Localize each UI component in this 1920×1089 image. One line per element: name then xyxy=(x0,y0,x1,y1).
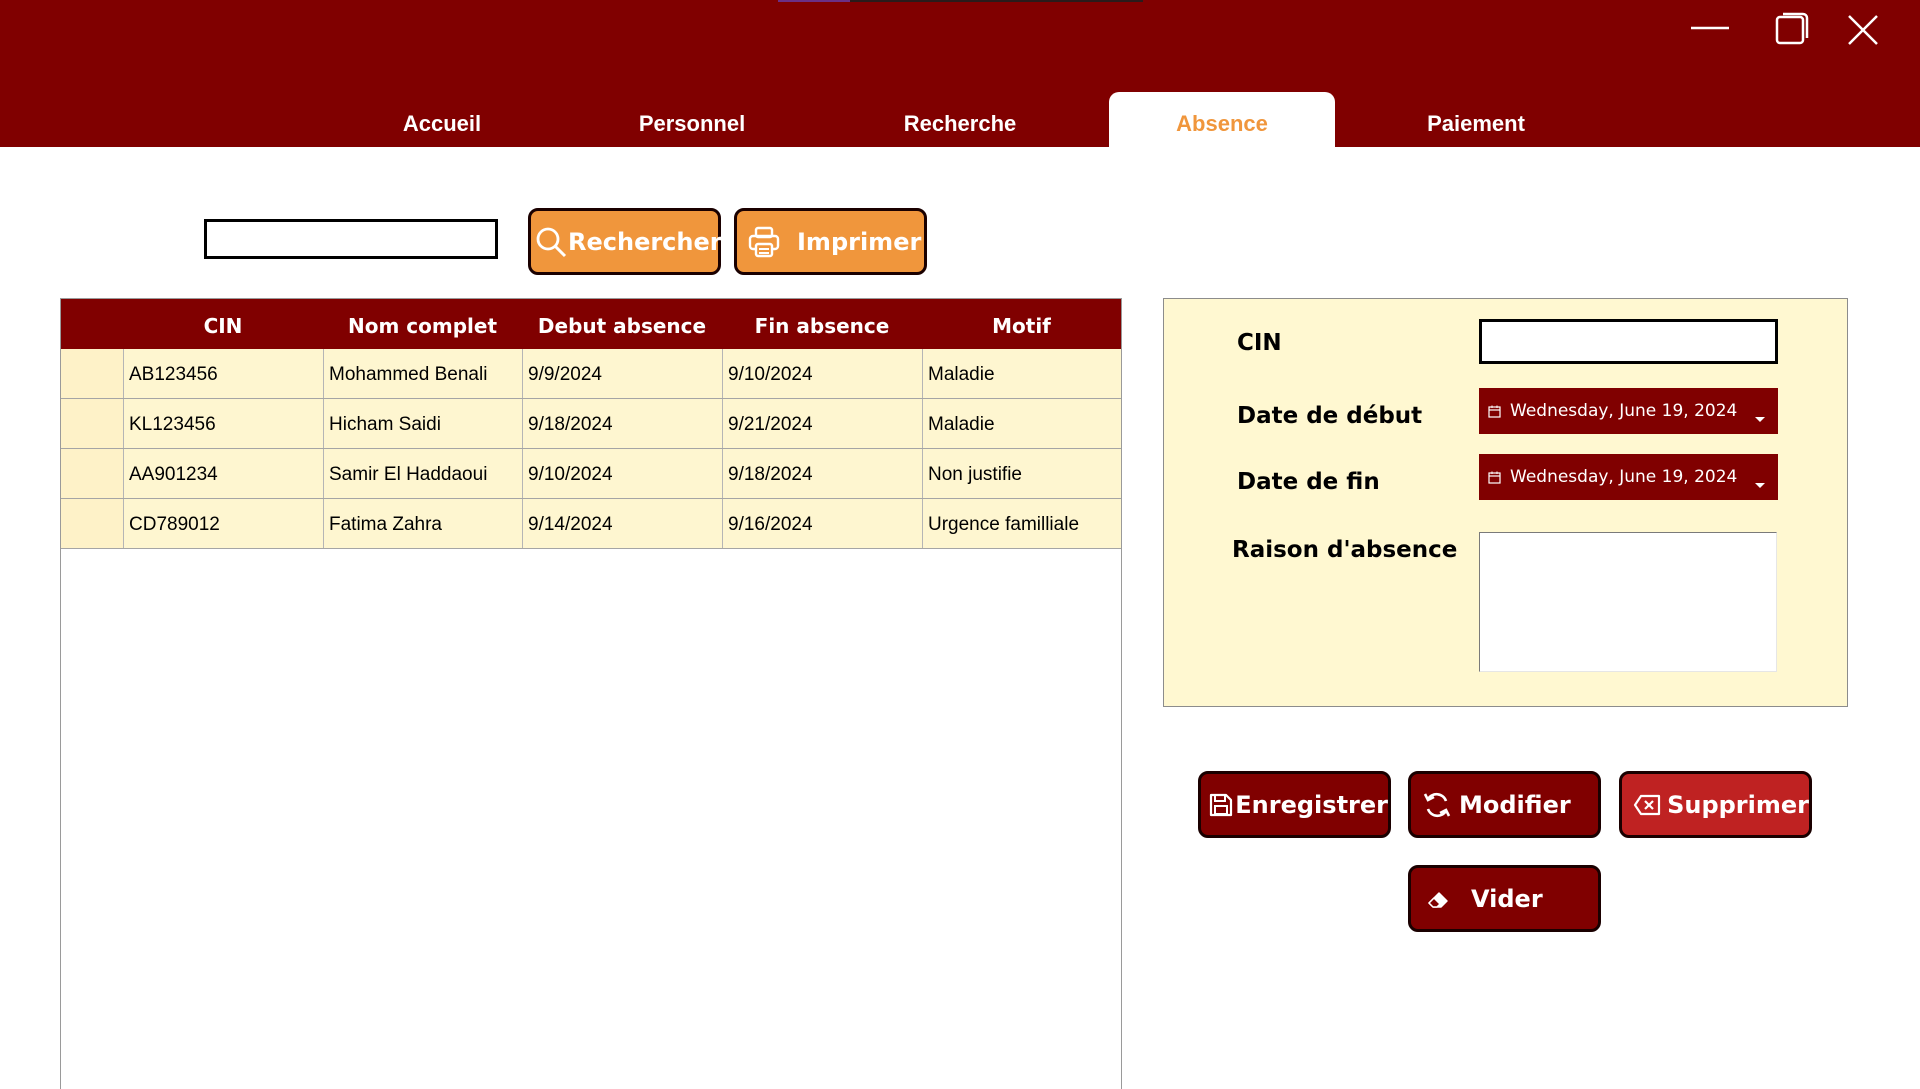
title-accent-highlight xyxy=(778,0,850,2)
cell-motif[interactable]: Maladie xyxy=(922,399,1121,448)
cell-debut-absence[interactable]: 9/10/2024 xyxy=(522,449,722,498)
cell-cin[interactable]: KL123456 xyxy=(123,399,323,448)
row-header[interactable] xyxy=(61,349,123,398)
refresh-icon xyxy=(1415,790,1459,820)
calendar-icon xyxy=(1488,469,1501,489)
row-header[interactable] xyxy=(61,399,123,448)
start-date-label: Date de début xyxy=(1237,403,1423,429)
end-date-picker[interactable]: Wednesday, June 19, 2024 xyxy=(1479,454,1778,500)
search-button-label: Rechercher xyxy=(568,227,722,256)
cell-fin-absence[interactable]: 9/10/2024 xyxy=(722,349,922,398)
end-date-value: Wednesday, June 19, 2024 xyxy=(1510,467,1738,487)
cell-nom-complet[interactable]: Fatima Zahra xyxy=(323,499,522,548)
absence-reason-label: Raison d'absence xyxy=(1232,537,1458,563)
cin-label: CIN xyxy=(1237,330,1282,356)
absence-table[interactable]: CIN Nom complet Debut absence Fin absenc… xyxy=(60,298,1122,1089)
printer-icon xyxy=(739,225,789,259)
print-button[interactable]: Imprimer xyxy=(734,208,927,275)
save-icon xyxy=(1207,792,1235,818)
title-bar: Accueil Personnel Recherche Absence Paie… xyxy=(0,0,1920,147)
clear-button-label: Vider xyxy=(1471,884,1543,913)
cell-fin-absence[interactable]: 9/21/2024 xyxy=(722,399,922,448)
minimize-icon xyxy=(1691,26,1729,30)
restore-icon xyxy=(1775,12,1809,45)
cell-motif[interactable]: Non justifie xyxy=(922,449,1121,498)
tab-paiement[interactable]: Paiement xyxy=(1376,92,1576,147)
column-header-cin[interactable]: CIN xyxy=(123,299,323,349)
search-input[interactable] xyxy=(204,219,498,259)
chevron-down-icon[interactable] xyxy=(1754,408,1766,428)
print-button-label: Imprimer xyxy=(797,227,922,256)
column-header-motif[interactable]: Motif xyxy=(922,299,1121,349)
cell-fin-absence[interactable]: 9/16/2024 xyxy=(722,499,922,548)
row-header[interactable] xyxy=(61,449,123,498)
cell-nom-complet[interactable]: Samir El Haddaoui xyxy=(323,449,522,498)
tab-recherche[interactable]: Recherche xyxy=(860,92,1060,147)
cell-debut-absence[interactable]: 9/18/2024 xyxy=(522,399,722,448)
delete-button-label: Supprimer xyxy=(1667,790,1809,819)
cell-nom-complet[interactable]: Hicham Saidi xyxy=(323,399,522,448)
start-date-value: Wednesday, June 19, 2024 xyxy=(1510,401,1738,421)
restore-button[interactable] xyxy=(1763,8,1819,52)
tab-absence[interactable]: Absence xyxy=(1109,92,1335,147)
cell-cin[interactable]: CD789012 xyxy=(123,499,323,548)
tab-accueil[interactable]: Accueil xyxy=(342,92,542,147)
column-header-fin-absence[interactable]: Fin absence xyxy=(722,299,922,349)
cin-input[interactable] xyxy=(1479,319,1778,364)
search-button[interactable]: Rechercher xyxy=(528,208,722,275)
start-date-picker[interactable]: Wednesday, June 19, 2024 xyxy=(1479,388,1778,434)
search-icon xyxy=(534,225,568,259)
modify-button-label: Modifier xyxy=(1459,790,1571,819)
cell-cin[interactable]: AA901234 xyxy=(123,449,323,498)
close-icon xyxy=(1848,15,1878,45)
delete-icon xyxy=(1626,794,1667,816)
close-button[interactable] xyxy=(1835,8,1891,52)
column-header-nom-complet[interactable]: Nom complet xyxy=(323,299,522,349)
end-date-label: Date de fin xyxy=(1237,469,1380,495)
table-row[interactable]: KL123456 Hicham Saidi 9/18/2024 9/21/202… xyxy=(61,399,1121,449)
tab-personnel[interactable]: Personnel xyxy=(592,92,792,147)
title-accent-strip xyxy=(778,0,1143,2)
eraser-icon xyxy=(1417,887,1461,911)
cell-cin[interactable]: AB123456 xyxy=(123,349,323,398)
table-row[interactable]: AB123456 Mohammed Benali 9/9/2024 9/10/2… xyxy=(61,349,1121,399)
minimize-button[interactable] xyxy=(1681,8,1737,52)
delete-button[interactable]: Supprimer xyxy=(1619,771,1812,838)
cell-motif[interactable]: Maladie xyxy=(922,349,1121,398)
cell-debut-absence[interactable]: 9/14/2024 xyxy=(522,499,722,548)
calendar-icon xyxy=(1488,403,1501,423)
row-header[interactable] xyxy=(61,499,123,548)
clear-button[interactable]: Vider xyxy=(1408,865,1601,932)
table-row[interactable]: CD789012 Fatima Zahra 9/14/2024 9/16/202… xyxy=(61,499,1121,549)
cell-fin-absence[interactable]: 9/18/2024 xyxy=(722,449,922,498)
column-header-debut-absence[interactable]: Debut absence xyxy=(522,299,722,349)
cell-debut-absence[interactable]: 9/9/2024 xyxy=(522,349,722,398)
save-button[interactable]: Enregistrer xyxy=(1198,771,1391,838)
table-header: CIN Nom complet Debut absence Fin absenc… xyxy=(61,299,1121,349)
modify-button[interactable]: Modifier xyxy=(1408,771,1601,838)
absence-reason-textarea[interactable] xyxy=(1479,532,1777,672)
chevron-down-icon[interactable] xyxy=(1754,474,1766,494)
table-row[interactable]: AA901234 Samir El Haddaoui 9/10/2024 9/1… xyxy=(61,449,1121,499)
cell-motif[interactable]: Urgence familliale xyxy=(922,499,1121,548)
cell-nom-complet[interactable]: Mohammed Benali xyxy=(323,349,522,398)
save-button-label: Enregistrer xyxy=(1235,790,1388,819)
